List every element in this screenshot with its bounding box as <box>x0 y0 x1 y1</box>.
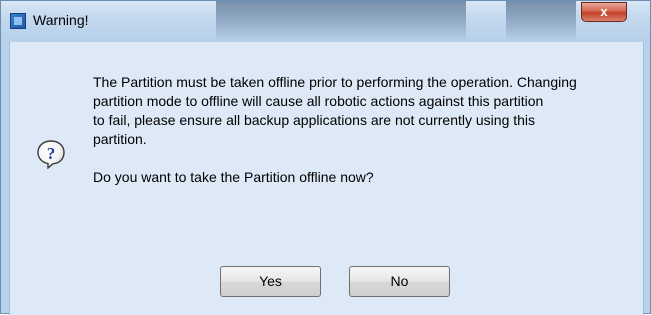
question-mark-icon: ? <box>37 140 65 169</box>
dialog-body: ? The Partition must be taken offline pr… <box>9 42 644 315</box>
title-bar[interactable]: Warning! x <box>1 1 650 41</box>
no-button[interactable]: No <box>349 266 450 297</box>
warning-dialog: Warning! x ? The Partition must be taken… <box>0 0 651 315</box>
yes-button[interactable]: Yes <box>220 266 321 297</box>
close-button[interactable]: x <box>581 2 627 22</box>
svg-text:?: ? <box>47 144 56 163</box>
title-bar-background <box>216 1 466 41</box>
message-area: The Partition must be taken offline prio… <box>93 73 638 187</box>
warning-message: The Partition must be taken offline prio… <box>93 74 577 147</box>
app-window-icon <box>10 13 26 29</box>
window-title: Warning! <box>33 12 89 28</box>
title-bar-background-right <box>506 1 576 41</box>
confirmation-question: Do you want to take the Partition offlin… <box>93 169 374 185</box>
